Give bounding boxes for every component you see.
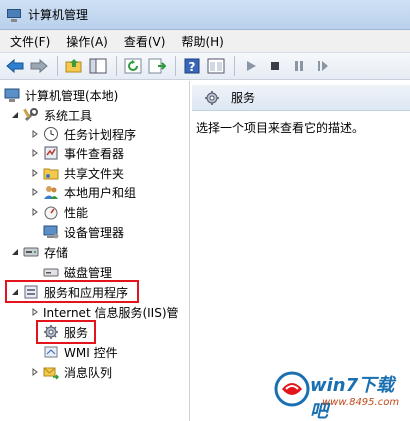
menu-bar: 文件(F) 操作(A) 查看(V) 帮助(H) [0, 30, 410, 52]
tools-icon [23, 107, 39, 123]
up-folder-icon[interactable] [63, 55, 85, 77]
gear-icon [204, 90, 220, 106]
help-icon[interactable]: ? [181, 55, 203, 77]
tree-label-root: 计算机管理(本地) [25, 88, 119, 103]
tree-label-event-viewer: 事件查看器 [64, 146, 125, 161]
expanded-arrow-icon[interactable] [10, 247, 20, 257]
clock-icon [43, 126, 59, 142]
computer-management-icon [6, 7, 22, 23]
toolbar-separator [234, 56, 235, 76]
pause-icon[interactable] [288, 55, 310, 77]
tree-label-shared-folders: 共享文件夹 [64, 166, 125, 181]
tree-item-task-scheduler[interactable]: 任务计划程序 [30, 124, 136, 144]
details-pane: 服务 选择一个项目来查看它的描述。 win7下载吧 www.8495.com [192, 81, 410, 421]
menu-action[interactable]: 操作(A) [60, 31, 114, 52]
menu-view[interactable]: 查看(V) [118, 31, 172, 52]
toolbar-separator [57, 56, 58, 76]
users-icon [43, 184, 59, 200]
event-viewer-icon [43, 145, 59, 161]
disk-icon [43, 264, 59, 280]
shared-folder-icon [43, 165, 59, 181]
play-icon[interactable] [240, 55, 262, 77]
tree-label-message-queue: 消息队列 [64, 365, 113, 380]
tree-label-device-manager: 设备管理器 [64, 225, 125, 240]
tree-label-disk-management: 磁盘管理 [64, 265, 113, 280]
stop-icon[interactable] [264, 55, 286, 77]
highlight-box-services [36, 320, 96, 344]
details-header-title: 服务 [231, 91, 256, 105]
collapsed-arrow-icon[interactable] [30, 168, 40, 178]
collapsed-arrow-icon[interactable] [30, 187, 40, 197]
collapsed-arrow-icon[interactable] [30, 367, 40, 377]
tree-item-disk-management[interactable]: 磁盘管理 [43, 262, 112, 282]
window-title: 计算机管理 [28, 8, 89, 22]
collapsed-arrow-icon[interactable] [30, 307, 40, 317]
tree-item-shared-folders[interactable]: 共享文件夹 [30, 163, 124, 183]
tree-item-performance[interactable]: 性能 [30, 202, 88, 222]
refresh-icon[interactable] [122, 55, 144, 77]
forward-arrow-icon[interactable] [28, 55, 50, 77]
svg-text:?: ? [189, 60, 196, 74]
collapsed-arrow-icon[interactable] [30, 207, 40, 217]
tree-label-task-scheduler: 任务计划程序 [64, 127, 137, 142]
menu-file[interactable]: 文件(F) [4, 31, 56, 52]
export-list-icon[interactable] [146, 55, 168, 77]
details-header: 服务 [192, 85, 410, 111]
tree-item-root[interactable]: 计算机管理(本地) [4, 85, 118, 105]
navigation-tree: 计算机管理(本地) 系统工具 任务计划程序 事件查看器 共享文件夹 本地用户和组… [0, 81, 190, 421]
collapsed-arrow-icon[interactable] [30, 129, 40, 139]
details-description: 选择一个项目来查看它的描述。 [196, 121, 365, 135]
toolbar: ? [0, 52, 410, 80]
tree-item-system-tools[interactable]: 系统工具 [10, 105, 92, 125]
tree-item-message-queue[interactable]: 消息队列 [30, 362, 112, 382]
storage-icon [23, 244, 39, 260]
device-manager-icon [43, 224, 59, 240]
performance-icon [43, 204, 59, 220]
highlight-box-services-apps [5, 280, 139, 303]
tree-item-event-viewer[interactable]: 事件查看器 [30, 143, 124, 163]
win7-logo-icon [274, 371, 310, 407]
title-bar: 计算机管理 [0, 0, 410, 30]
toolbar-separator [175, 56, 176, 76]
resume-icon[interactable] [312, 55, 334, 77]
toolbar-separator [116, 56, 117, 76]
tree-label-storage: 存储 [44, 245, 69, 260]
tree-item-iis[interactable]: Internet 信息服务(IIS)管 [30, 302, 179, 322]
tree-item-storage[interactable]: 存储 [10, 242, 68, 262]
tree-label-iis: Internet 信息服务(IIS)管 [43, 305, 179, 320]
watermark: win7下载吧 www.8495.com [272, 365, 402, 421]
back-arrow-icon[interactable] [4, 55, 26, 77]
collapsed-arrow-icon[interactable] [30, 148, 40, 158]
wmi-icon [43, 344, 59, 360]
message-queue-icon [43, 364, 60, 380]
tree-item-local-users[interactable]: 本地用户和组 [30, 182, 136, 202]
tree-item-device-manager[interactable]: 设备管理器 [43, 222, 124, 242]
tree-label-wmi: WMI 控件 [64, 345, 118, 360]
tree-label-local-users: 本地用户和组 [64, 185, 137, 200]
tree-item-wmi[interactable]: WMI 控件 [43, 342, 118, 362]
show-hide-tree-icon[interactable] [87, 55, 109, 77]
tree-label-system-tools: 系统工具 [44, 108, 93, 123]
watermark-brand: win7下载吧 [310, 375, 395, 421]
watermark-url: www.8495.com [322, 397, 400, 408]
expanded-arrow-icon[interactable] [10, 110, 20, 120]
computer-management-icon [4, 87, 20, 103]
tree-label-performance: 性能 [64, 205, 89, 220]
properties-icon[interactable] [205, 55, 227, 77]
menu-help[interactable]: 帮助(H) [175, 31, 229, 52]
